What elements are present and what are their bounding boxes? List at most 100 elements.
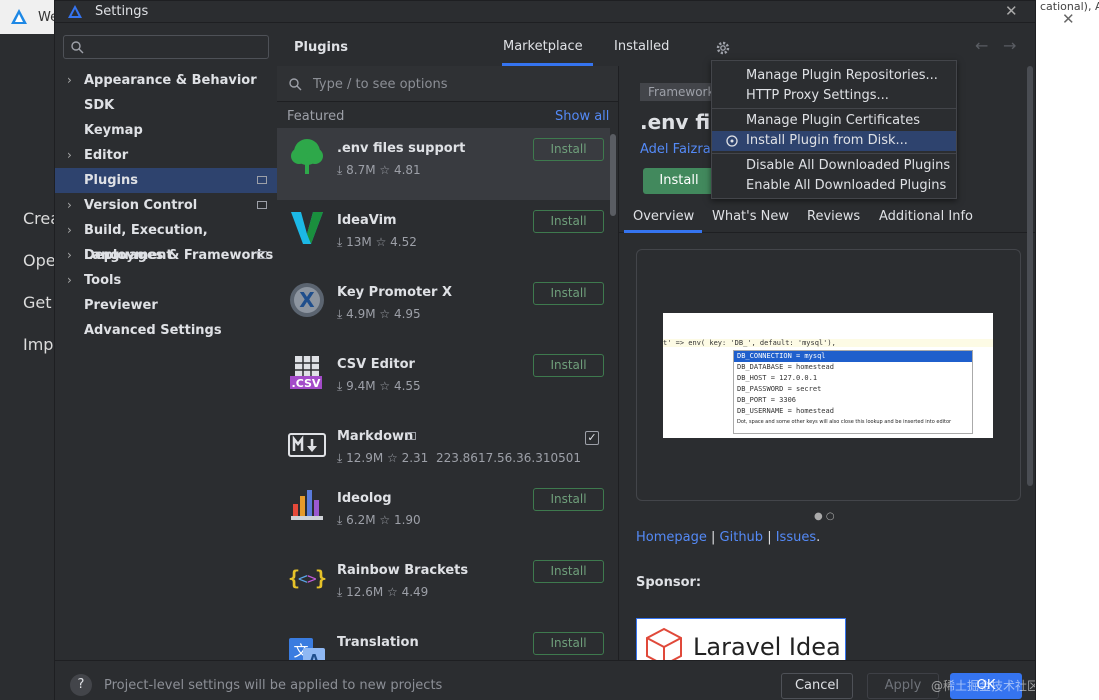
- sponsor-banner[interactable]: Laravel Idea: [636, 618, 846, 660]
- detail-scrollbar[interactable]: [1027, 66, 1033, 486]
- settings-search-input[interactable]: [63, 35, 269, 59]
- project-scope-icon: [257, 176, 267, 184]
- tree-item-label: Previewer: [84, 298, 158, 313]
- tree-item-advanced[interactable]: Advanced Settings: [55, 318, 277, 343]
- plugin-item[interactable]: .CSV CSV Editor ⤓ 9.4M ☆ 4.55 Install: [277, 344, 610, 416]
- install-button[interactable]: Install: [533, 488, 604, 511]
- code-line: t' => env( key: 'DB_', default: 'mysql')…: [663, 339, 993, 347]
- menu-separator: [712, 108, 956, 109]
- show-all-link[interactable]: Show all: [555, 109, 609, 124]
- plugin-settings-menu: Manage Plugin Repositories... HTTP Proxy…: [711, 60, 957, 199]
- chevron-right-icon: ›: [67, 198, 72, 212]
- gear-icon[interactable]: [715, 40, 731, 56]
- tree-item-tools[interactable]: › Tools: [55, 268, 277, 293]
- github-link[interactable]: Github: [720, 530, 764, 545]
- plugin-item[interactable]: X Key Promoter X ⤓ 4.9M ☆ 4.95 Install: [277, 272, 610, 344]
- footer-note: Project-level settings will be applied t…: [104, 678, 443, 693]
- forward-arrow-icon[interactable]: →: [1003, 36, 1016, 55]
- plugin-name: IdeaVim: [337, 213, 397, 228]
- welcome-item[interactable]: Impo: [23, 335, 55, 354]
- dialog-footer: ? Project-level settings will be applied…: [55, 660, 1035, 700]
- project-scope-icon: [257, 201, 267, 209]
- bundled-icon: [407, 432, 416, 440]
- settings-tree: › Appearance & Behavior SDK Keymap › Edito…: [55, 24, 277, 660]
- tree-item-plugins[interactable]: Plugins: [55, 168, 277, 193]
- install-button[interactable]: Install: [643, 168, 715, 194]
- plugin-name: Key Promoter X: [337, 285, 453, 300]
- plugin-downloads: 8.7M: [346, 163, 376, 177]
- welcome-close-icon[interactable]: ✕: [1062, 10, 1075, 28]
- plugin-name: Ideolog: [337, 491, 392, 506]
- menu-item-enable-all[interactable]: Enable All Downloaded Plugins: [712, 176, 956, 196]
- vim-icon: [291, 212, 323, 244]
- link-period: .: [816, 530, 821, 545]
- plugin-item[interactable]: 文A Translation Install: [277, 622, 610, 660]
- tab-marketplace[interactable]: Marketplace: [503, 39, 583, 54]
- chevron-right-icon: ›: [67, 248, 72, 262]
- svg-text:}: }: [315, 566, 327, 590]
- plugin-meta: ⤓ 6.2M ☆ 1.90: [337, 513, 421, 527]
- featured-label: Featured: [287, 109, 345, 124]
- tab-additional-info[interactable]: Additional Info: [879, 209, 973, 224]
- cancel-button[interactable]: Cancel: [781, 673, 853, 699]
- chevron-right-icon: ›: [67, 223, 72, 237]
- tab-whats-new[interactable]: What's New: [712, 209, 789, 224]
- plugin-meta: ⤓ 13M ☆ 4.52: [337, 235, 417, 249]
- plugin-screenshot[interactable]: t' => env( key: 'DB_', default: 'mysql')…: [663, 313, 993, 438]
- homepage-link[interactable]: Homepage: [636, 530, 707, 545]
- welcome-item[interactable]: Ope: [23, 251, 55, 270]
- tree-item-label: Languages & Frameworks: [84, 248, 274, 263]
- back-arrow-icon[interactable]: ←: [975, 36, 988, 55]
- plugin-meta: ⤓ 8.7M ☆ 4.81: [337, 163, 421, 177]
- tree-item-label: SDK: [84, 98, 115, 113]
- rainbow-brackets-icon: {< >}: [288, 566, 327, 590]
- install-button[interactable]: Install: [533, 560, 604, 583]
- tree-item-sdk[interactable]: SDK: [55, 93, 277, 118]
- search-icon: [71, 41, 84, 54]
- completion-popup: DB_CONNECTION = mysql DB_DATABASE = home…: [733, 350, 973, 434]
- tree-item-version-control[interactable]: › Version Control: [55, 193, 277, 218]
- tree-item-appearance[interactable]: › Appearance & Behavior: [55, 68, 277, 93]
- welcome-item[interactable]: Crea: [23, 209, 55, 228]
- install-button[interactable]: Install: [533, 282, 604, 305]
- tree-item-languages[interactable]: › Languages & Frameworks: [55, 243, 277, 268]
- list-scrollbar[interactable]: [610, 134, 616, 216]
- menu-separator: [712, 153, 956, 154]
- marketplace-search-input[interactable]: Type / to see options: [277, 66, 618, 102]
- vendor-link[interactable]: Adel Faizrak: [640, 142, 718, 157]
- chevron-right-icon: ›: [67, 148, 72, 162]
- tree-item-keymap[interactable]: Keymap: [55, 118, 277, 143]
- install-button[interactable]: Install: [533, 354, 604, 377]
- apply-button[interactable]: Apply: [867, 673, 939, 699]
- tree-item-previewer[interactable]: Previewer: [55, 293, 277, 318]
- menu-item-disable-all[interactable]: Disable All Downloaded Plugins: [712, 156, 956, 176]
- welcome-item[interactable]: Get: [23, 293, 55, 312]
- plugin-item[interactable]: {< >} Rainbow Brackets ⤓ 12.6M ☆ 4.49 Ins…: [277, 550, 610, 622]
- tree-item-editor[interactable]: › Editor: [55, 143, 277, 168]
- install-button[interactable]: Install: [533, 138, 604, 161]
- plugin-item[interactable]: IdeaVim ⤓ 13M ☆ 4.52 Install: [277, 200, 610, 272]
- enabled-checkbox[interactable]: ✓: [585, 431, 599, 445]
- completion-hint: Dot, space and some other keys will also…: [737, 419, 952, 425]
- menu-item-http-proxy[interactable]: HTTP Proxy Settings...: [712, 86, 956, 106]
- cube-logo-icon: [646, 627, 682, 660]
- help-button[interactable]: ?: [70, 674, 92, 696]
- tab-installed[interactable]: Installed: [614, 39, 669, 54]
- plugin-list-panel: Type / to see options Featured Show all …: [277, 66, 619, 660]
- menu-item-install-from-disk[interactable]: Install Plugin from Disk...: [712, 131, 956, 151]
- tab-reviews[interactable]: Reviews: [807, 209, 860, 224]
- plugin-item[interactable]: .env files support ⤓ 8.7M ☆ 4.81 Install: [277, 128, 610, 200]
- install-button[interactable]: Install: [533, 210, 604, 233]
- carousel-dots[interactable]: ● ○: [814, 511, 835, 522]
- menu-item-manage-repositories[interactable]: Manage Plugin Repositories...: [712, 66, 956, 86]
- plugin-item[interactable]: Ideolog ⤓ 6.2M ☆ 1.90 Install: [277, 478, 610, 550]
- close-icon[interactable]: ✕: [1005, 2, 1018, 20]
- tree-icon: [291, 139, 323, 174]
- dialog-titlebar: Settings ✕: [55, 1, 1035, 23]
- tab-overview[interactable]: Overview: [633, 209, 694, 224]
- issues-link[interactable]: Issues: [776, 530, 816, 545]
- page-title: Plugins: [294, 40, 348, 55]
- install-button[interactable]: Install: [533, 632, 604, 655]
- tree-item-build[interactable]: › Build, Execution, Deployment: [55, 218, 277, 263]
- menu-item-manage-certificates[interactable]: Manage Plugin Certificates: [712, 111, 956, 131]
